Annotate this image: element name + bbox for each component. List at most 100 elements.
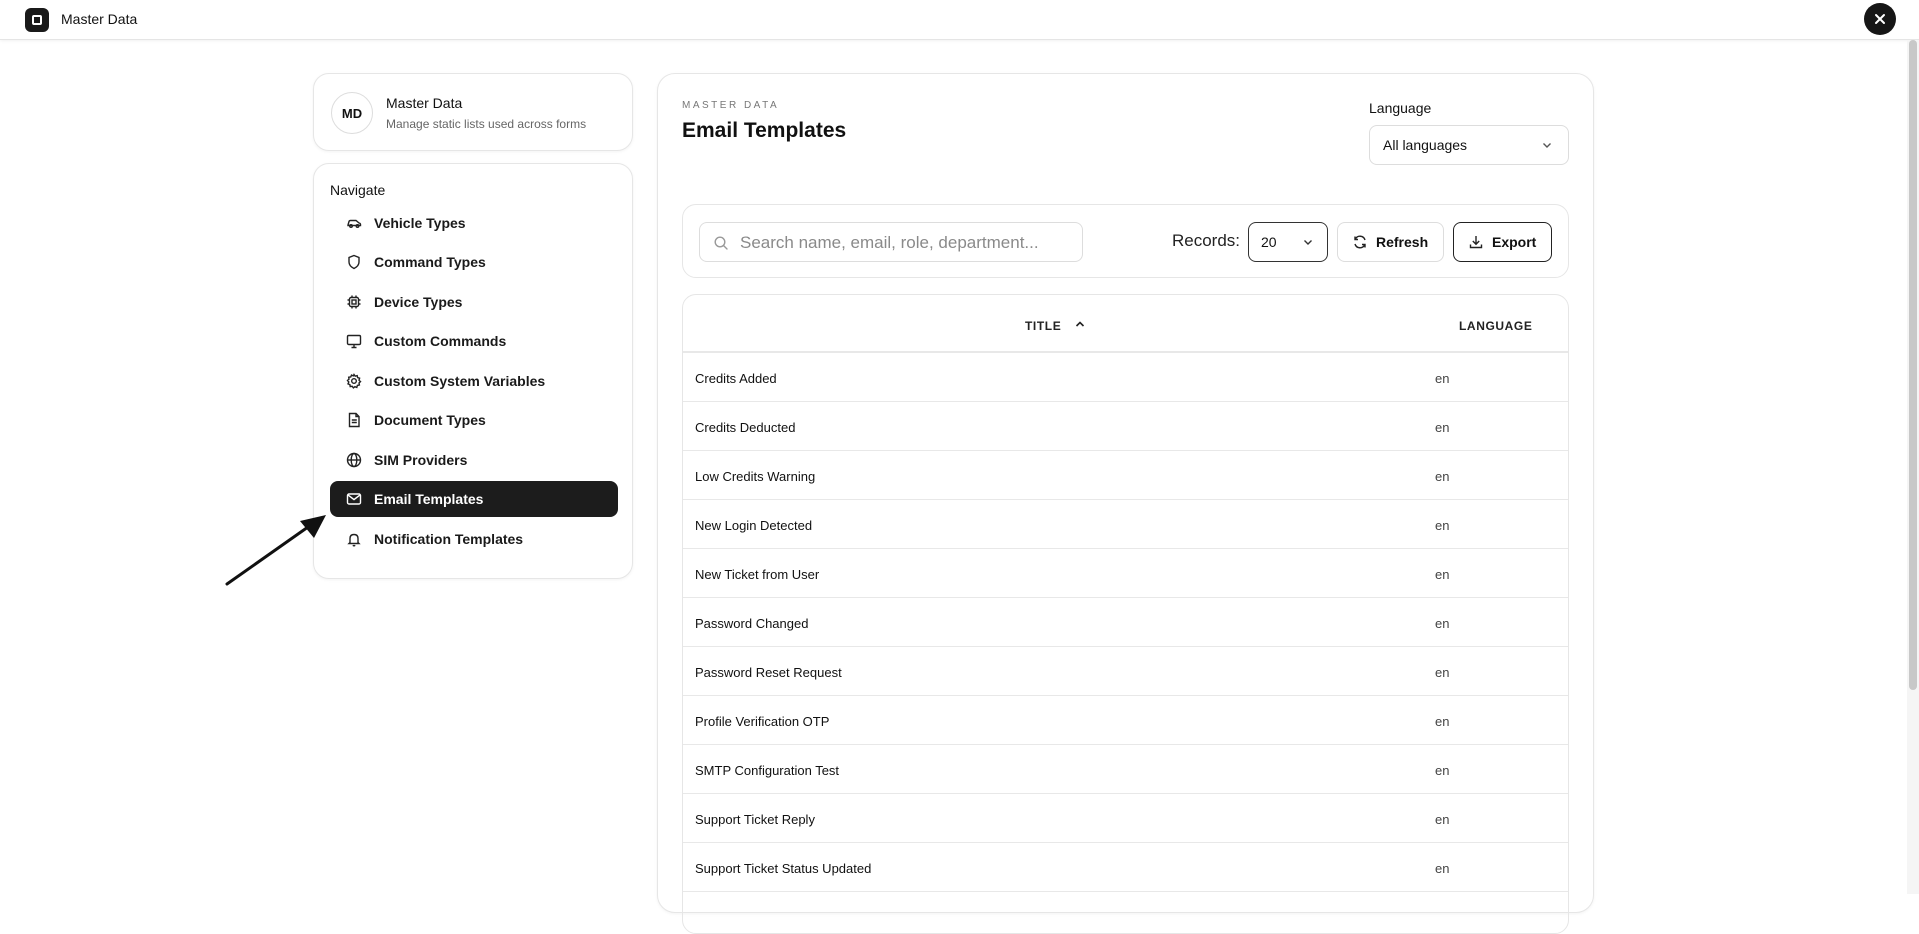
- row-title: New Ticket from User: [695, 567, 820, 582]
- scrollbar-thumb[interactable]: [1909, 40, 1917, 690]
- nav-heading: Navigate: [330, 182, 386, 198]
- refresh-icon: [1354, 235, 1366, 249]
- profile-card: MD Master Data Manage static lists used …: [313, 73, 633, 151]
- nav-item-sim-providers[interactable]: SIM Providers: [330, 442, 618, 478]
- cpu-icon: [346, 294, 362, 310]
- document-icon: [346, 412, 362, 428]
- column-header-language[interactable]: LANGUAGE: [1459, 319, 1532, 333]
- monitor-icon: [346, 333, 362, 349]
- row-title: Low Credits Warning: [695, 469, 816, 484]
- table-row[interactable]: Credits Added en: [683, 353, 1568, 402]
- nav-item-custom-commands[interactable]: Custom Commands: [330, 323, 618, 359]
- section-eyebrow: MASTER DATA: [682, 100, 780, 111]
- close-icon: [1875, 14, 1885, 24]
- nav-item-vehicle-types[interactable]: Vehicle Types: [330, 205, 618, 241]
- page-title: Email Templates: [682, 119, 847, 142]
- page-scrollbar[interactable]: [1907, 40, 1919, 894]
- row-title: New Login Detected: [695, 518, 813, 533]
- row-language: en: [1435, 763, 1450, 778]
- sort-ascending-icon[interactable]: [1073, 317, 1087, 331]
- row-language: en: [1435, 371, 1450, 386]
- row-language: en: [1435, 616, 1450, 631]
- search-input[interactable]: [740, 229, 1070, 257]
- email-templates-table: TITLE LANGUAGE Credits Added en Credits De…: [682, 294, 1569, 934]
- app-logo-icon: [25, 8, 49, 32]
- table-header: TITLE LANGUAGE: [683, 295, 1568, 353]
- records-per-page-select[interactable]: 20: [1248, 222, 1328, 262]
- shield-icon: [346, 254, 362, 270]
- row-title: Password Changed: [695, 616, 809, 631]
- bell-icon: [346, 531, 362, 547]
- table-row[interactable]: Credits Deducted en: [683, 402, 1568, 451]
- row-title: SMTP Configuration Test: [695, 763, 840, 778]
- nav-item-label: SIM Providers: [374, 451, 468, 468]
- row-title: Credits Added: [695, 371, 777, 386]
- language-select-value: All languages: [1383, 137, 1468, 153]
- download-icon: [1469, 236, 1483, 249]
- row-language: en: [1435, 812, 1450, 827]
- row-language: en: [1435, 567, 1450, 582]
- refresh-label: Refresh: [1376, 234, 1429, 250]
- nav-item-notification-templates[interactable]: Notification Templates: [330, 521, 618, 557]
- row-title: Credits Deducted: [695, 420, 796, 435]
- row-title: Support Ticket Status Updated: [695, 861, 872, 876]
- search-box[interactable]: [699, 222, 1083, 262]
- nav-item-document-types[interactable]: Document Types: [330, 402, 618, 438]
- nav-item-label: Notification Templates: [374, 530, 524, 547]
- table-row[interactable]: Password Reset Request en: [683, 647, 1568, 696]
- annotation-arrow-icon: [225, 515, 326, 586]
- row-language: en: [1435, 665, 1450, 680]
- mail-icon: [346, 491, 362, 507]
- nav-item-label: Vehicle Types: [374, 214, 466, 231]
- nav-item-custom-system-variables[interactable]: Custom System Variables: [330, 363, 618, 399]
- column-header-title[interactable]: TITLE: [1025, 319, 1061, 333]
- nav-item-email-templates[interactable]: Email Templates: [330, 481, 618, 517]
- export-button[interactable]: Export: [1453, 222, 1552, 262]
- nav-item-label: Device Types: [374, 293, 463, 310]
- nav-item-label: Custom System Variables: [374, 372, 546, 389]
- search-icon: [714, 236, 728, 250]
- chevron-down-icon: [1304, 240, 1312, 245]
- row-title: Profile Verification OTP: [695, 714, 830, 729]
- profile-name: Master Data: [386, 95, 463, 111]
- table-row[interactable]: New Login Detected en: [683, 500, 1568, 549]
- row-language: en: [1435, 714, 1450, 729]
- row-language: en: [1435, 518, 1450, 533]
- profile-subtitle: Manage static lists used across forms: [386, 117, 587, 131]
- table-row[interactable]: Support Ticket Reply en: [683, 794, 1568, 843]
- top-bar: Master Data: [0, 0, 1919, 40]
- table-row[interactable]: Low Credits Warning en: [683, 451, 1568, 500]
- row-title: Support Ticket Reply: [695, 812, 815, 827]
- language-label: Language: [1369, 100, 1432, 116]
- nav-item-command-types[interactable]: Command Types: [330, 244, 618, 280]
- main-panel: MASTER DATA Email Templates Language All…: [657, 73, 1594, 934]
- records-select-value: 20: [1261, 234, 1277, 250]
- records-label: Records:: [1172, 231, 1241, 250]
- app-title: Master Data: [61, 11, 138, 27]
- table-body: Credits Added en Credits Deducted en Low Cre…: [683, 353, 1568, 892]
- table-row[interactable]: SMTP Configuration Test en: [683, 745, 1568, 794]
- row-language: en: [1435, 469, 1450, 484]
- nav-item-label: Document Types: [374, 412, 486, 428]
- export-label: Export: [1492, 234, 1537, 250]
- car-icon: [346, 215, 362, 231]
- nav-list: Vehicle Types Command Types Device Types…: [330, 201, 618, 557]
- row-title: Password Reset Request: [695, 665, 842, 680]
- table-row[interactable]: Profile Verification OTP en: [683, 696, 1568, 745]
- row-language: en: [1435, 420, 1450, 435]
- chevron-down-icon: [1543, 143, 1551, 148]
- table-row[interactable]: Support Ticket Status Updated en: [683, 843, 1568, 892]
- table-toolbar: Records: 20 Refresh Export: [682, 204, 1569, 278]
- nav-item-label: Email Templates: [374, 491, 484, 507]
- refresh-button[interactable]: Refresh: [1337, 222, 1444, 262]
- table-row[interactable]: Password Changed en: [683, 598, 1568, 647]
- table-row[interactable]: New Ticket from User en: [683, 549, 1568, 598]
- close-button[interactable]: [1864, 3, 1896, 35]
- nav-item-label: Custom Commands: [374, 333, 507, 349]
- nav-item-label: Command Types: [374, 254, 486, 270]
- nav-item-device-types[interactable]: Device Types: [330, 284, 618, 320]
- language-select[interactable]: All languages: [1369, 125, 1569, 165]
- row-language: en: [1435, 861, 1450, 876]
- globe-icon: [346, 452, 362, 468]
- gear-icon: [346, 372, 362, 389]
